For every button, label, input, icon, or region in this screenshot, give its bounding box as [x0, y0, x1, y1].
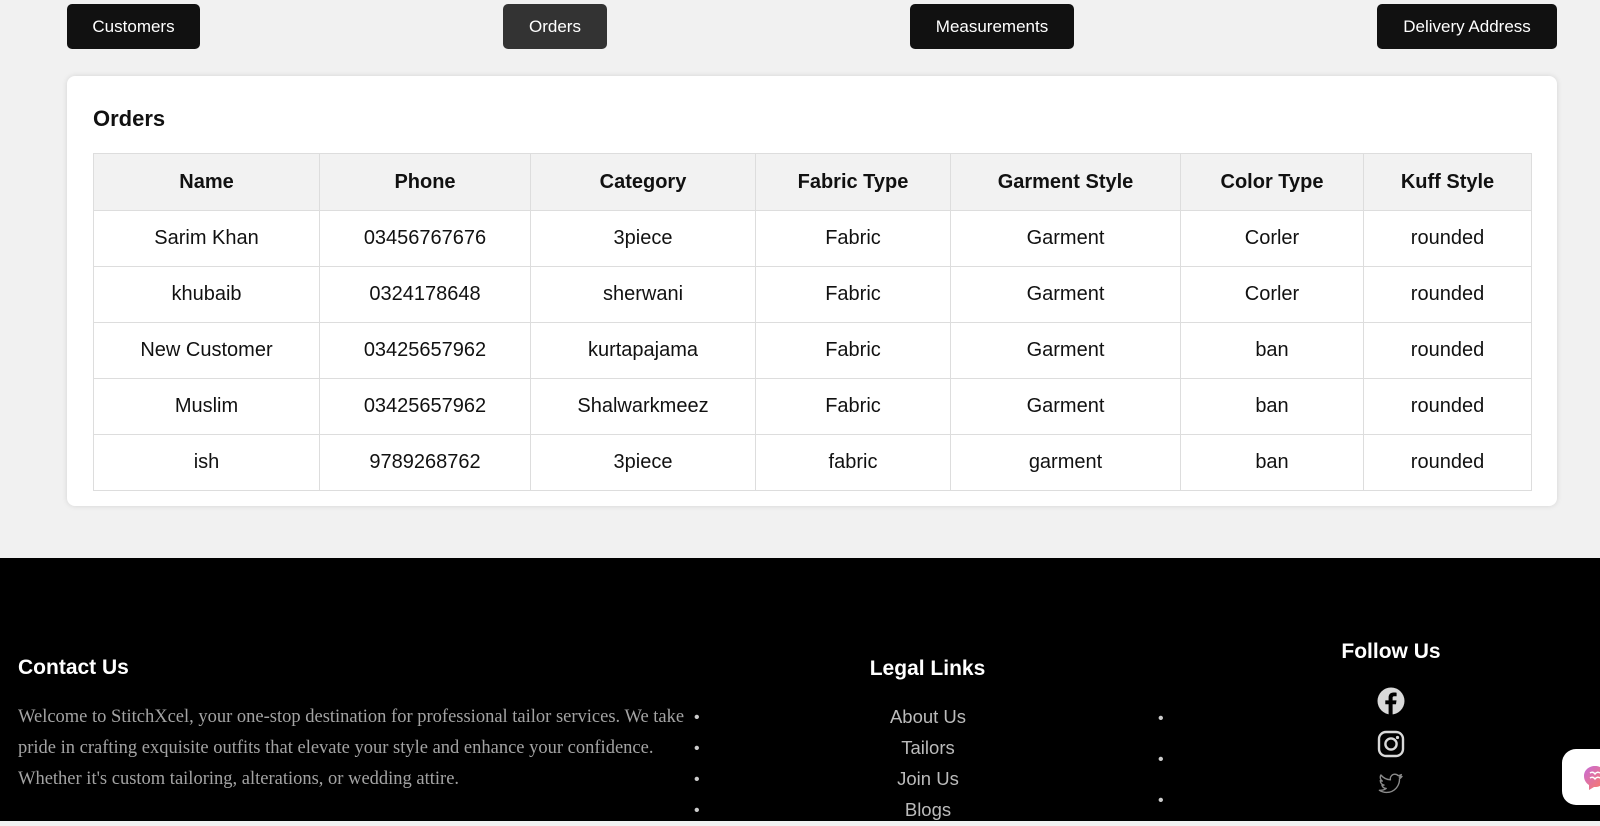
- tab-orders[interactable]: Orders: [503, 4, 607, 49]
- column-header-color-type: Color Type: [1180, 153, 1364, 211]
- cell-name: New Customer: [93, 322, 320, 379]
- legal-links-list: About Us Tailors Join Us Blogs: [828, 701, 1028, 825]
- cell-name: Sarim Khan: [93, 210, 320, 267]
- facebook-icon[interactable]: [1377, 687, 1405, 715]
- table-row: Sarim Khan 03456767676 3piece Fabric Gar…: [93, 210, 1532, 267]
- bullet: •: [694, 709, 700, 726]
- orders-title: Orders: [93, 106, 166, 131]
- cell-category: 3piece: [530, 434, 756, 491]
- legal-link-tailors[interactable]: Tailors: [828, 732, 1028, 763]
- cell-category: kurtapajama: [530, 322, 756, 379]
- cell-phone: 03425657962: [319, 322, 531, 379]
- cell-name: Muslim: [93, 378, 320, 435]
- cell-color-type: ban: [1180, 322, 1364, 379]
- cell-category: 3piece: [530, 210, 756, 267]
- orders-table: Name Phone Category Fabric Type Garment …: [93, 153, 1532, 491]
- cell-fabric-type: fabric: [755, 434, 951, 491]
- tab-customers[interactable]: Customers: [67, 4, 200, 49]
- bullet: •: [1158, 710, 1164, 727]
- bullet-list: • • •: [1158, 698, 1164, 821]
- legal-link-about-us[interactable]: About Us: [828, 701, 1028, 732]
- table-row: New Customer 03425657962 kurtapajama Fab…: [93, 322, 1532, 379]
- cell-fabric-type: Fabric: [755, 266, 951, 323]
- bullet-list: • • • •: [694, 702, 700, 826]
- follow-us-title: Follow Us: [1341, 640, 1441, 663]
- column-header-kuff-style: Kuff Style: [1363, 153, 1532, 211]
- cell-kuff-style: rounded: [1363, 266, 1532, 323]
- chat-widget-button[interactable]: [1562, 749, 1600, 805]
- bullet: •: [694, 740, 700, 757]
- cell-name: ish: [93, 434, 320, 491]
- cell-name: khubaib: [93, 266, 320, 323]
- bullet: •: [694, 802, 700, 819]
- cell-color-type: ban: [1180, 378, 1364, 435]
- cell-phone: 03456767676: [319, 210, 531, 267]
- column-header-category: Category: [530, 153, 756, 211]
- legal-link-blogs[interactable]: Blogs: [828, 794, 1028, 825]
- cell-color-type: Corler: [1180, 210, 1364, 267]
- cell-garment-style: Garment: [950, 210, 1181, 267]
- cell-kuff-style: rounded: [1363, 210, 1532, 267]
- tab-measurements[interactable]: Measurements: [910, 4, 1074, 49]
- instagram-icon[interactable]: [1377, 730, 1405, 758]
- orders-card: Orders Name Phone Category Fabric Type G…: [67, 76, 1557, 506]
- brain-icon: [1584, 766, 1600, 790]
- bullet: •: [1158, 751, 1164, 768]
- column-header-phone: Phone: [319, 153, 531, 211]
- cell-garment-style: Garment: [950, 378, 1181, 435]
- cell-fabric-type: Fabric: [755, 322, 951, 379]
- table-row: khubaib 0324178648 sherwani Fabric Garme…: [93, 266, 1532, 323]
- cell-color-type: ban: [1180, 434, 1364, 491]
- cell-color-type: Corler: [1180, 266, 1364, 323]
- cell-kuff-style: rounded: [1363, 378, 1532, 435]
- column-header-garment-style: Garment Style: [950, 153, 1181, 211]
- cell-fabric-type: Fabric: [755, 210, 951, 267]
- cell-phone: 9789268762: [319, 434, 531, 491]
- cell-garment-style: garment: [950, 434, 1181, 491]
- cell-garment-style: Garment: [950, 266, 1181, 323]
- cell-phone: 03425657962: [319, 378, 531, 435]
- table-row: Muslim 03425657962 Shalwarkmeez Fabric G…: [93, 378, 1532, 435]
- column-header-fabric-type: Fabric Type: [755, 153, 951, 211]
- nav-tabs: Customers Orders Measurements Delivery A…: [67, 4, 1557, 50]
- contact-description: Welcome to StitchXcel, your one-stop des…: [18, 707, 685, 789]
- twitter-icon[interactable]: [1377, 770, 1405, 798]
- legal-link-join-us[interactable]: Join Us: [828, 763, 1028, 794]
- cell-category: Shalwarkmeez: [530, 378, 756, 435]
- cell-fabric-type: Fabric: [755, 378, 951, 435]
- table-row: ish 9789268762 3piece fabric garment ban…: [93, 434, 1532, 491]
- cell-garment-style: Garment: [950, 322, 1181, 379]
- site-footer: Contact Us Welcome to StitchXcel, your o…: [0, 558, 1600, 821]
- cell-phone: 0324178648: [319, 266, 531, 323]
- tab-delivery-address[interactable]: Delivery Address: [1377, 4, 1557, 49]
- table-header-row: Name Phone Category Fabric Type Garment …: [93, 153, 1532, 211]
- cell-kuff-style: rounded: [1363, 434, 1532, 491]
- bullet: •: [1158, 792, 1164, 809]
- cell-kuff-style: rounded: [1363, 322, 1532, 379]
- cell-category: sherwani: [530, 266, 756, 323]
- bullet: •: [694, 771, 700, 788]
- column-header-name: Name: [93, 153, 320, 211]
